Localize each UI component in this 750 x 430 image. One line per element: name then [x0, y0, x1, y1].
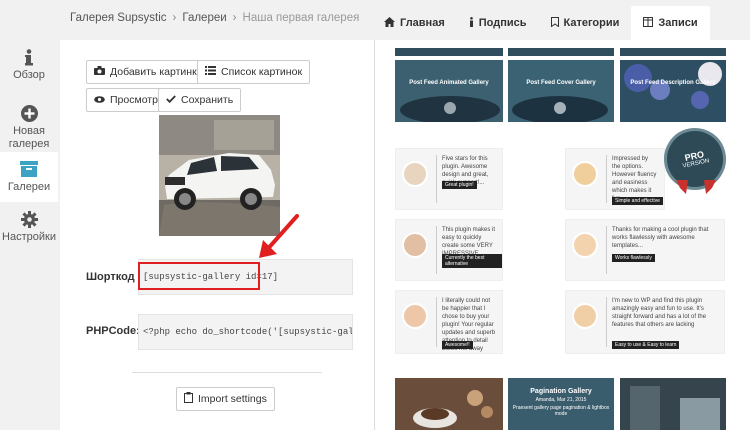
testimonial-card[interactable]: I literally could not be happier that I …	[395, 290, 503, 354]
nav-item-settings[interactable]: Настройки	[0, 202, 58, 248]
preview-title: Post Feed Animated Gallery	[409, 80, 489, 86]
nav-item-label: Галереи	[7, 181, 51, 193]
testimonial-card[interactable]: Thanks for making a cool plugin that wor…	[565, 219, 725, 281]
card-divider	[436, 155, 437, 203]
preview-title: Post Feed Cover Gallery	[526, 80, 596, 86]
breadcrumb-current: Наша первая галерея	[242, 12, 360, 24]
panel-divider	[374, 40, 375, 430]
tab-label: Категории	[563, 17, 620, 29]
testimonial-card[interactable]: I'm new to WP and find this plugin amazi…	[565, 290, 725, 354]
shortcode-label: Шорткод	[86, 271, 135, 283]
home-icon	[384, 16, 395, 30]
breadcrumb-section[interactable]: Галереи	[182, 12, 226, 24]
preview-title: Post Feed Description Gallery	[630, 80, 716, 86]
tab-bar: Главная Подпись Категории Записи	[372, 6, 710, 40]
preview-coffee-image[interactable]	[395, 378, 503, 430]
nav-item-galleries[interactable]: Галереи	[0, 152, 58, 202]
chevron-right-icon: ›	[232, 12, 237, 24]
tab-posts[interactable]: Записи	[631, 6, 710, 40]
testimonial-tag: Awesome!!	[442, 341, 473, 349]
card-divider	[436, 297, 437, 347]
testimonial-tag: Easy to use & Easy to learn	[612, 341, 680, 349]
section-divider	[132, 372, 322, 373]
preview-top-strip	[620, 48, 726, 56]
testimonial-card[interactable]: This plugin makes it easy to quickly cre…	[395, 219, 503, 281]
list-icon	[205, 66, 216, 78]
testimonial-tag: Simple and effective	[612, 197, 663, 205]
import-settings-button[interactable]: Import settings	[176, 387, 275, 411]
eye-icon	[94, 94, 105, 106]
testimonial-text: Thanks for making a cool plugin that wor…	[612, 227, 709, 249]
badge-ribbon-icon	[676, 180, 716, 194]
bookmark-icon	[550, 16, 559, 30]
avatar	[572, 303, 598, 329]
plus-circle-icon	[20, 104, 38, 122]
card-divider	[606, 297, 607, 347]
preview-button[interactable]: Просмотр	[86, 88, 166, 112]
pagination-meta: Amanda, Mar 21, 2015	[535, 397, 587, 403]
phpcode-label: PHPCode:	[86, 325, 140, 337]
testimonial-tag: Works flawlessly	[612, 254, 655, 262]
preview-post-feed-description[interactable]: Post Feed Description Gallery	[620, 60, 726, 122]
testimonial-card[interactable]: Five stars for this plugin. Awesome desi…	[395, 148, 503, 210]
shortcode-highlight-box	[138, 262, 260, 290]
pagination-title: Pagination Gallery	[530, 388, 592, 395]
pagination-desc: Praesent gallery page pagination & light…	[512, 405, 610, 417]
info-icon	[469, 16, 474, 30]
card-divider	[606, 155, 607, 203]
testimonial-tag: Great plugin!	[442, 181, 477, 189]
columns-icon	[643, 16, 654, 30]
avatar	[572, 161, 598, 187]
add-images-button[interactable]: Добавить картинки	[86, 60, 211, 84]
tab-categories[interactable]: Категории	[539, 6, 632, 40]
tab-label: Главная	[400, 17, 445, 29]
breadcrumb-root[interactable]: Галерея Supsystic	[70, 12, 167, 24]
image-list-button[interactable]: Список картинок	[197, 60, 311, 84]
left-navigation: Обзор Новая галерея Галереи Настройки	[0, 40, 58, 430]
testimonial-text: I'm new to WP and find this plugin amazi…	[612, 298, 707, 328]
card-divider	[436, 226, 437, 274]
gear-icon	[20, 210, 38, 228]
nav-item-label: Обзор	[13, 69, 45, 81]
preview-top-strip	[508, 48, 614, 56]
avatar	[402, 232, 428, 258]
breadcrumb: Галерея Supsystic › Галереи › Наша перва…	[70, 12, 359, 24]
phpcode-value: <?php echo do_shortcode('[supsystic-gall…	[143, 327, 353, 337]
archive-icon	[20, 160, 38, 178]
testimonial-tag: Currently the best alternative	[442, 254, 502, 268]
check-icon	[166, 94, 176, 106]
clipboard-icon	[184, 392, 193, 406]
tab-caption[interactable]: Подпись	[457, 6, 539, 40]
avatar	[572, 232, 598, 258]
preview-post-feed-animated[interactable]: Post Feed Animated Gallery	[395, 60, 503, 122]
info-icon	[25, 48, 33, 66]
phpcode-field[interactable]: <?php echo do_shortcode('[supsystic-gall…	[138, 314, 353, 350]
testimonial-card[interactable]: Impressed by the options. However fluenc…	[565, 148, 665, 210]
tab-label: Подпись	[478, 17, 527, 29]
tab-label: Записи	[658, 17, 698, 29]
card-divider	[606, 226, 607, 274]
preview-top-strip	[395, 48, 503, 56]
nav-item-new-gallery[interactable]: Новая галерея	[0, 96, 58, 152]
tab-home[interactable]: Главная	[372, 6, 457, 40]
preview-pagination-gallery[interactable]: Pagination Gallery Amanda, Mar 21, 2015 …	[508, 378, 614, 430]
camera-icon	[94, 66, 105, 78]
testimonial-text: Impressed by the options. However fluenc…	[612, 156, 657, 202]
nav-item-label: Настройки	[2, 231, 56, 243]
red-arrow-annotation	[259, 214, 299, 258]
preview-room-image[interactable]	[620, 378, 726, 430]
avatar	[402, 303, 428, 329]
chevron-right-icon: ›	[172, 12, 177, 24]
save-button[interactable]: Сохранить	[158, 88, 242, 112]
preview-post-feed-cover[interactable]: Post Feed Cover Gallery	[508, 60, 614, 122]
nav-item-label: Новая галерея	[8, 125, 50, 150]
avatar	[402, 161, 428, 187]
nav-item-overview[interactable]: Обзор	[0, 40, 58, 96]
